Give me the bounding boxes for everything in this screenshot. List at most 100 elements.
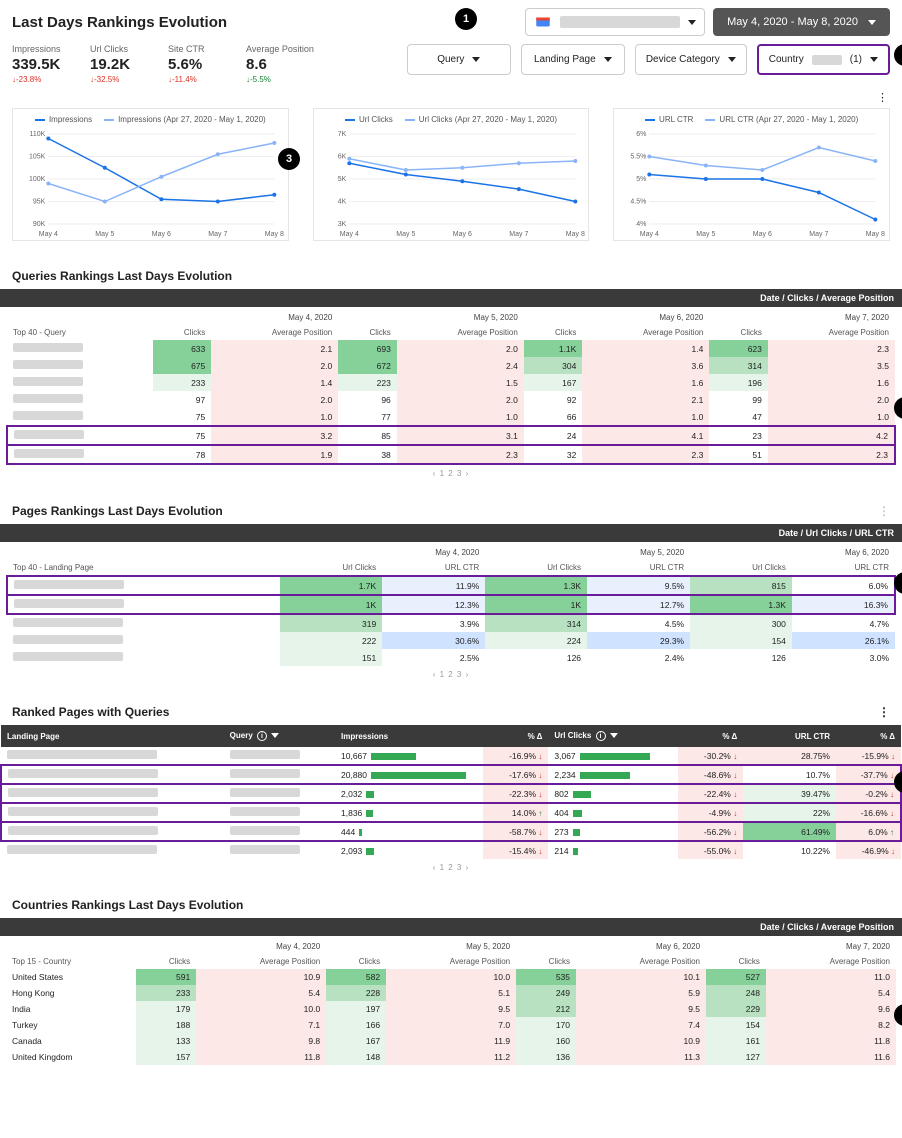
- svg-text:100K: 100K: [29, 176, 46, 183]
- line-chart: ImpressionsImpressions (Apr 27, 2020 - M…: [12, 108, 289, 241]
- filter-device-category[interactable]: Device Category: [635, 44, 747, 75]
- metric-card: Site CTR 5.6% ↓-11.4%: [168, 44, 222, 84]
- metric-value: 8.6: [246, 56, 314, 73]
- pages-section-title: Pages Rankings Last Days Evolution ⋮: [0, 492, 902, 524]
- svg-text:90K: 90K: [33, 221, 46, 228]
- queries-table: May 4, 2020May 5, 2020May 6, 2020May 7, …: [6, 307, 896, 465]
- pages-bar-label: Date / Url Clicks / URL CTR: [0, 524, 902, 542]
- filter-query[interactable]: Query: [407, 44, 511, 75]
- svg-text:5%: 5%: [637, 176, 647, 183]
- metric-value: 19.2K: [90, 56, 144, 73]
- svg-text:May 6: May 6: [152, 231, 171, 238]
- menu-icon[interactable]: ⋮: [878, 510, 890, 513]
- metric-value: 339.5K: [12, 56, 66, 73]
- line-chart: URL CTRURL CTR (Apr 27, 2020 - May 1, 20…: [613, 108, 890, 241]
- svg-text:May 4: May 4: [39, 231, 58, 238]
- metric-label: Average Position: [246, 44, 314, 54]
- table-row: United Kingdom15711.814811.213611.312711…: [6, 1049, 896, 1065]
- table-row: 2331.42231.51671.61961.6: [7, 374, 895, 391]
- svg-text:4%: 4%: [637, 221, 647, 228]
- table-row: 6332.16932.01.1K1.46232.3: [7, 340, 895, 357]
- svg-text:May 6: May 6: [452, 231, 471, 238]
- countries-bar-label: Date / Clicks / Average Position: [0, 918, 902, 936]
- ranked-section-title: Ranked Pages with Queries ⋮: [0, 693, 902, 725]
- svg-text:110K: 110K: [29, 131, 45, 138]
- table-row: 2,093-15.4% 214-55.0% 10.22%-46.9%: [1, 841, 901, 859]
- date-range-button[interactable]: May 4, 2020 - May 8, 2020: [713, 8, 890, 36]
- table-row: 3193.9%3144.5%3004.7%: [7, 614, 895, 632]
- filter-landing-page[interactable]: Landing Page: [521, 44, 625, 75]
- pager[interactable]: ‹ 1 2 3 ›: [0, 666, 902, 693]
- table-row: 753.2853.1244.1234.2: [7, 426, 895, 445]
- svg-text:May 5: May 5: [396, 231, 415, 238]
- svg-text:May 7: May 7: [810, 231, 829, 238]
- table-row: 6752.06722.43043.63143.5: [7, 357, 895, 374]
- countries-section-title: Countries Rankings Last Days Evolution: [0, 886, 902, 918]
- charts-row: 3 ImpressionsImpressions (Apr 27, 2020 -…: [0, 108, 902, 257]
- site-name-redacted: [560, 16, 680, 28]
- site-icon: [534, 13, 552, 31]
- queries-bar-label: Date / Clicks / Average Position: [0, 289, 902, 307]
- queries-section-title: Queries Rankings Last Days Evolution: [0, 257, 902, 289]
- table-row: 751.0771.0661.0471.0: [7, 408, 895, 426]
- table-row: 1.7K11.9%1.3K9.5%8156.0%: [7, 576, 895, 595]
- metrics-row: Impressions 339.5K ↓-23.8% Url Clicks 19.…: [12, 44, 314, 84]
- annotation-badge-3: 3: [278, 148, 300, 170]
- metric-label: Impressions: [12, 44, 66, 54]
- page-title: Last Days Rankings Evolution: [12, 14, 517, 31]
- metric-delta: ↓-23.8%: [12, 75, 66, 84]
- svg-text:May 4: May 4: [640, 231, 659, 238]
- table-row: 1K12.3%1K12.7%1.3K16.3%: [7, 595, 895, 614]
- table-row: India17910.01979.52129.52299.6: [6, 1001, 896, 1017]
- pages-table: May 4, 2020May 5, 2020May 6, 2020Top 40 …: [6, 542, 896, 666]
- table-row: 1,83614.0% 404-4.9% 22%-16.6%: [1, 803, 901, 822]
- chart-legend: ImpressionsImpressions (Apr 27, 2020 - M…: [13, 109, 288, 130]
- chart-legend: Url ClicksUrl Clicks (Apr 27, 2020 - May…: [314, 109, 589, 130]
- metric-delta: ↓-32.5%: [90, 75, 144, 84]
- countries-table: May 4, 2020May 5, 2020May 6, 2020May 7, …: [6, 936, 896, 1065]
- svg-text:May 7: May 7: [509, 231, 528, 238]
- metric-card: Average Position 8.6 ↓-5.5%: [246, 44, 314, 84]
- metric-card: Url Clicks 19.2K ↓-32.5%: [90, 44, 144, 84]
- table-row: Hong Kong2335.42285.12495.92485.4: [6, 985, 896, 1001]
- menu-icon[interactable]: ⋮: [878, 711, 890, 714]
- svg-text:6K: 6K: [337, 154, 346, 161]
- table-row: 444-58.7% 273-56.2% 61.49%6.0%: [1, 822, 901, 841]
- annotation-badge-1: 1: [455, 8, 477, 30]
- caret-icon: [688, 20, 696, 25]
- info-icon[interactable]: i: [257, 731, 267, 741]
- table-row: Canada1339.816711.916010.916111.8: [6, 1033, 896, 1049]
- caret-icon: [868, 20, 876, 25]
- svg-text:95K: 95K: [33, 199, 46, 206]
- menu-icon[interactable]: ⋮: [877, 97, 888, 100]
- svg-text:7K: 7K: [337, 131, 346, 138]
- table-header: Landing PageQuery i Impressions% ΔUrl Cl…: [1, 725, 901, 747]
- filters-row: Query Landing Page Device Category Count…: [330, 44, 890, 75]
- svg-text:May 7: May 7: [208, 231, 227, 238]
- svg-text:5K: 5K: [337, 176, 346, 183]
- table-row: 972.0962.0922.1992.0: [7, 391, 895, 408]
- table-row: 10,667-16.9% 3,067-30.2% 28.75%-15.9%: [1, 747, 901, 765]
- table-row: Turkey1887.11667.01707.41548.2: [6, 1017, 896, 1033]
- metric-label: Site CTR: [168, 44, 222, 54]
- table-row: 1512.5%1262.4%1263.0%: [7, 649, 895, 666]
- table-row: 2,032-22.3% 802-22.4% 39.47%-0.2%: [1, 784, 901, 803]
- filter-country[interactable]: Country (1): [757, 44, 890, 75]
- svg-text:3K: 3K: [337, 221, 346, 228]
- pager[interactable]: ‹ 1 2 3 ›: [0, 859, 902, 886]
- pager[interactable]: ‹ 1 2 3 ›: [0, 465, 902, 492]
- svg-text:6%: 6%: [637, 131, 647, 138]
- metric-delta: ↓-11.4%: [168, 75, 222, 84]
- svg-text:May 6: May 6: [753, 231, 772, 238]
- table-row: 20,880-17.6% 2,234-48.6% 10.7%-37.7%: [1, 765, 901, 784]
- date-range-label: May 4, 2020 - May 8, 2020: [727, 16, 858, 28]
- svg-text:May 5: May 5: [95, 231, 114, 238]
- svg-text:4K: 4K: [337, 199, 346, 206]
- svg-text:May 5: May 5: [697, 231, 716, 238]
- svg-text:4.5%: 4.5%: [631, 199, 647, 206]
- svg-text:May 8: May 8: [265, 231, 284, 238]
- info-icon[interactable]: i: [596, 731, 606, 741]
- site-selector[interactable]: [525, 8, 705, 36]
- metric-card: Impressions 339.5K ↓-23.8%: [12, 44, 66, 84]
- svg-text:5.5%: 5.5%: [631, 154, 647, 161]
